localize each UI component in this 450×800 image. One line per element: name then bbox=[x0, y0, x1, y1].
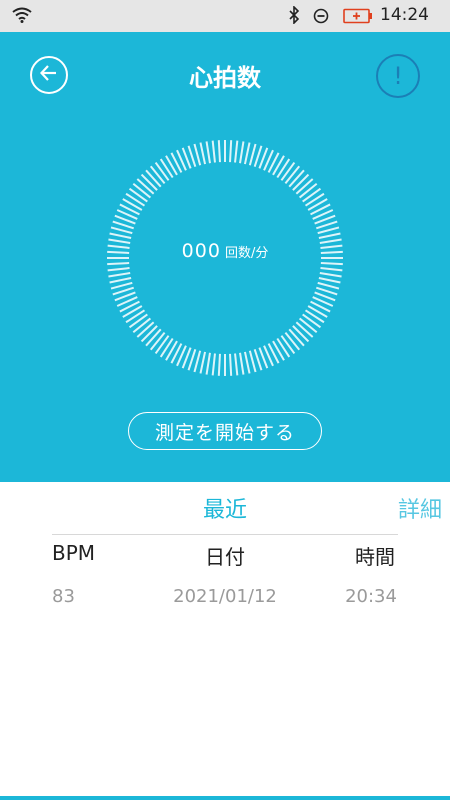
dial-tick bbox=[107, 262, 130, 266]
dial-tick bbox=[132, 317, 152, 334]
dial-tick bbox=[276, 158, 291, 179]
dial-tick bbox=[109, 276, 132, 284]
status-time: 14:24 bbox=[380, 5, 429, 25]
dial-tick bbox=[136, 178, 155, 195]
dial-tick bbox=[298, 317, 318, 334]
dial-tick bbox=[295, 321, 314, 338]
dial-tick bbox=[159, 337, 174, 358]
dial-tick bbox=[193, 143, 202, 166]
dial-tick bbox=[288, 328, 305, 347]
dial-tick bbox=[199, 351, 207, 374]
dial-tick bbox=[318, 276, 341, 284]
dial-tick bbox=[110, 281, 133, 290]
dial-tick bbox=[136, 321, 155, 338]
dial-tick bbox=[149, 165, 166, 185]
dial-tick bbox=[140, 325, 158, 343]
dial-tick bbox=[239, 141, 245, 164]
heart-rate-panel: 心拍数 ! 000 回数/分 測定を開始する bbox=[0, 32, 450, 482]
dial-tick bbox=[280, 161, 296, 181]
table-row-time: 20:34 bbox=[345, 586, 397, 607]
dial-tick bbox=[317, 226, 340, 235]
dial-tick bbox=[110, 226, 133, 235]
dial-tick bbox=[125, 309, 146, 324]
dial-tick bbox=[288, 169, 305, 188]
do-not-disturb-icon bbox=[313, 8, 329, 28]
bluetooth-icon bbox=[288, 5, 300, 28]
dial-tick bbox=[132, 182, 152, 199]
column-header-time: 時間 bbox=[355, 545, 395, 569]
dial-tick bbox=[128, 187, 148, 203]
dial-tick bbox=[193, 350, 202, 373]
dial-tick bbox=[154, 161, 170, 181]
dial-tick bbox=[304, 192, 325, 207]
dial-tick bbox=[199, 142, 207, 165]
dial-tick bbox=[154, 335, 170, 355]
dial-tick bbox=[217, 140, 221, 163]
dial-tick bbox=[304, 309, 325, 324]
dial-tick bbox=[298, 182, 318, 199]
dial-tick bbox=[107, 267, 130, 272]
dial-tick bbox=[159, 158, 174, 179]
dial-tick bbox=[217, 353, 221, 376]
dial-tick bbox=[145, 169, 162, 188]
wifi-icon bbox=[12, 7, 32, 27]
dial-tick bbox=[145, 328, 162, 347]
dial-tick bbox=[211, 353, 216, 376]
status-bar: 14:24 bbox=[0, 0, 450, 32]
dial-tick bbox=[128, 313, 148, 329]
battery-charging-icon bbox=[343, 8, 373, 28]
heart-rate-reading: 000 回数/分 bbox=[0, 240, 450, 262]
exclamation-icon: ! bbox=[393, 62, 403, 90]
dial-tick bbox=[108, 272, 131, 278]
tab-recent[interactable]: 最近 bbox=[0, 492, 450, 524]
dial-tick bbox=[149, 331, 166, 351]
dial-tick bbox=[320, 262, 343, 266]
dial-tick bbox=[302, 313, 322, 329]
dial-tick bbox=[243, 142, 251, 165]
dial-tick bbox=[280, 335, 296, 355]
dial-tick bbox=[320, 267, 343, 272]
info-button[interactable]: ! bbox=[376, 54, 420, 98]
divider bbox=[52, 534, 398, 535]
dial-tick bbox=[205, 141, 211, 164]
dial-tick bbox=[295, 178, 314, 195]
dial-tick bbox=[276, 337, 291, 358]
dial-tick bbox=[292, 325, 310, 343]
dial-tick bbox=[284, 165, 301, 185]
heart-rate-unit: 回数/分 bbox=[224, 246, 269, 261]
tab-detail[interactable]: 詳細 bbox=[398, 492, 442, 524]
dial-tick bbox=[302, 187, 322, 203]
dial-tick bbox=[140, 173, 158, 191]
dial-tick bbox=[229, 140, 233, 163]
dial-tick bbox=[205, 352, 211, 375]
dial-tick bbox=[248, 350, 257, 373]
dial-tick bbox=[319, 272, 342, 278]
dial-tick bbox=[292, 173, 310, 191]
dial-tick bbox=[234, 353, 239, 376]
dial-tick bbox=[239, 352, 245, 375]
dial-tick bbox=[109, 232, 132, 240]
dial-tick bbox=[284, 331, 301, 351]
dial-tick bbox=[125, 192, 146, 207]
dial-tick bbox=[234, 140, 239, 163]
dial-tick bbox=[211, 140, 216, 163]
heart-rate-value: 000 bbox=[181, 240, 221, 262]
dial-tick bbox=[317, 281, 340, 290]
bottom-accent-line bbox=[0, 796, 450, 800]
dial-tick bbox=[248, 143, 257, 166]
dial-tick bbox=[318, 232, 341, 240]
dial-tick bbox=[229, 353, 233, 376]
dial-tick bbox=[243, 351, 251, 374]
start-measurement-button[interactable]: 測定を開始する bbox=[128, 412, 322, 450]
